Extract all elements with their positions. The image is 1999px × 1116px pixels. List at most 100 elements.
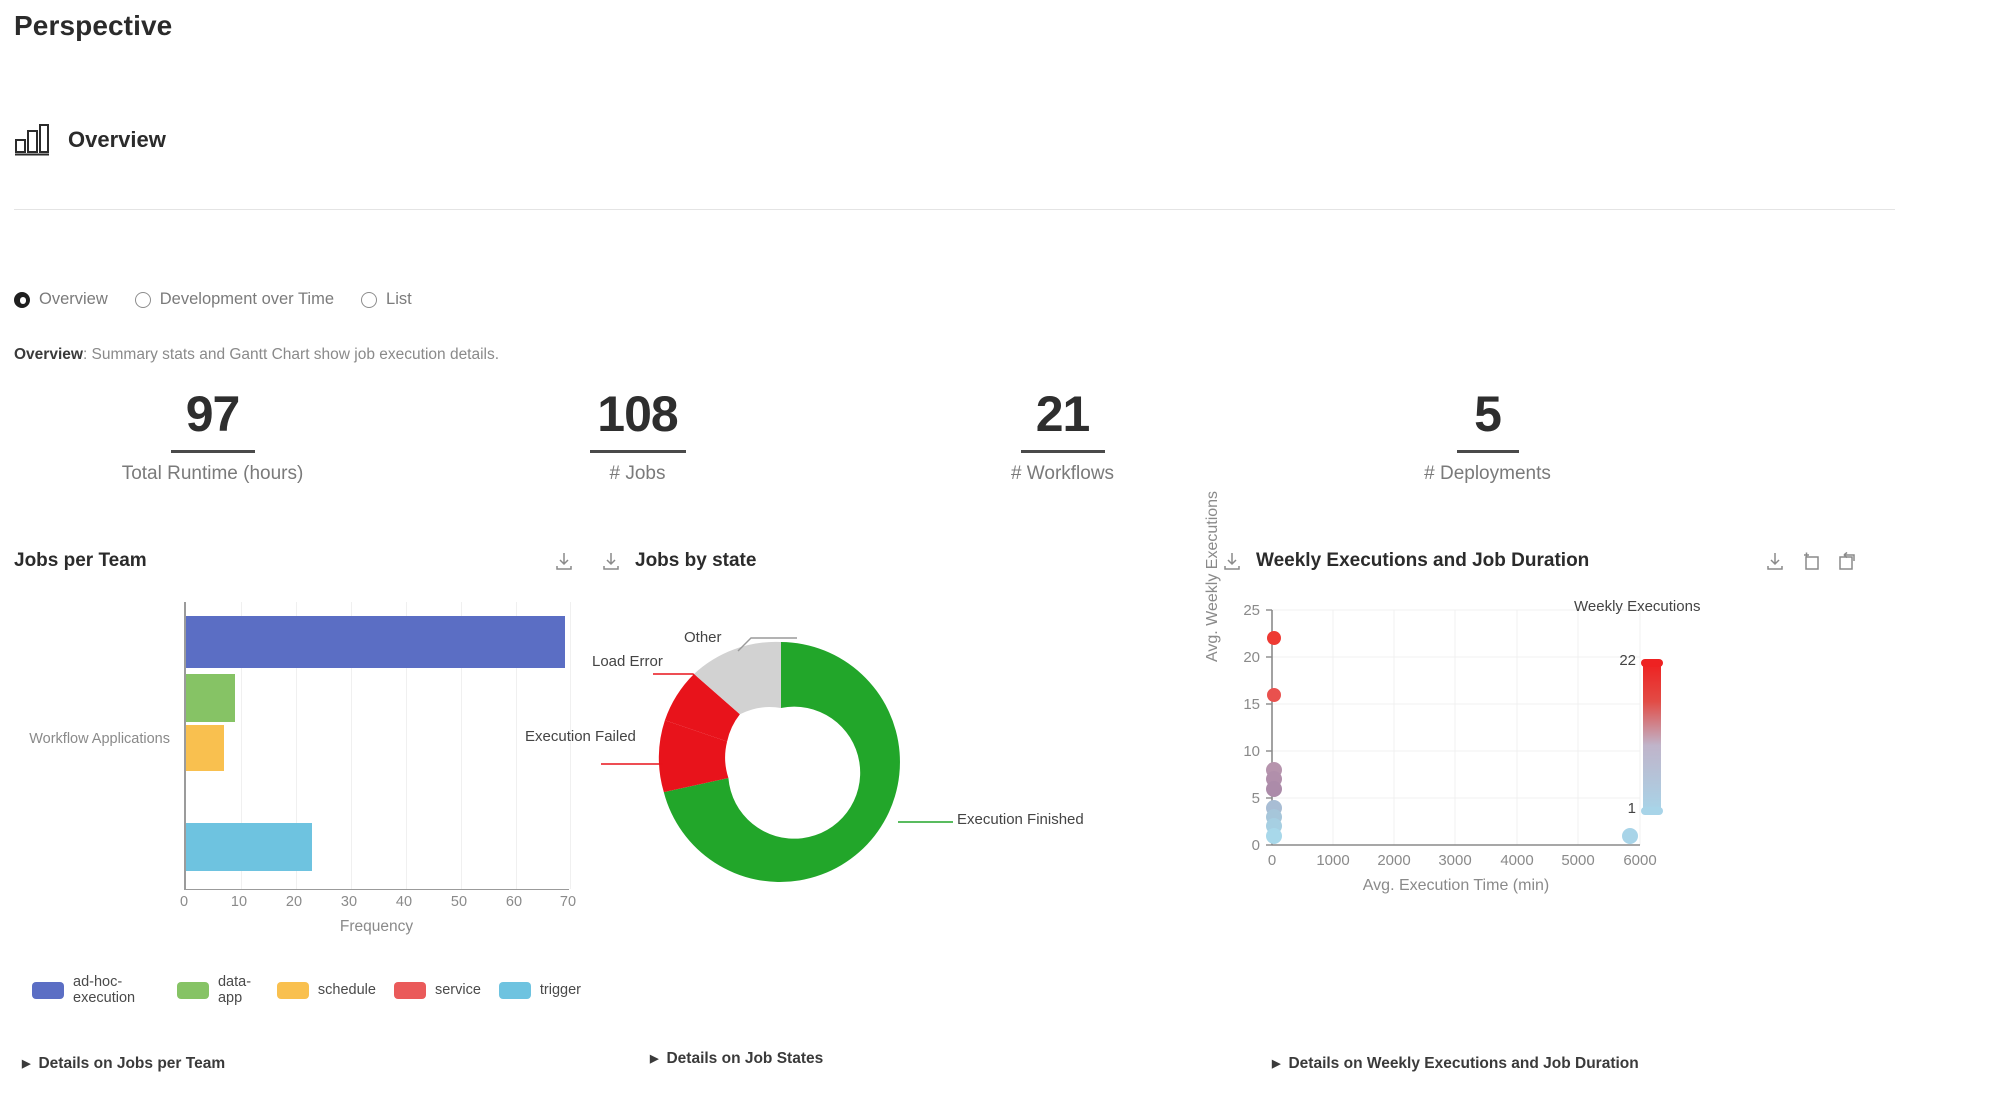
donut-chart[interactable]: Other Load Error Execution Failed Execut… <box>525 602 1221 942</box>
radio-dot-list[interactable] <box>361 291 378 308</box>
legend-swatch <box>393 981 426 999</box>
scatter-point[interactable] <box>1266 828 1282 844</box>
colorbar-max-label: 22 <box>1619 652 1636 669</box>
reset-box-icon[interactable] <box>1837 551 1857 571</box>
x-tick: 70 <box>559 894 577 910</box>
panel-weekly-executions: Weekly Executions and Job Duration Avg. … <box>1204 491 1892 932</box>
kpi-label: # Workflows <box>1010 463 1115 484</box>
kpi-label: Total Runtime (hours) <box>121 463 304 484</box>
donut-label-execution-finished: Execution Finished <box>957 811 1084 828</box>
x-tick: 0 <box>179 894 189 910</box>
radio-list[interactable]: List <box>361 290 412 309</box>
chart-toolbar <box>1765 551 1857 571</box>
x-tick: 0 <box>1267 852 1277 869</box>
bar-chart-plot-area <box>184 602 571 890</box>
x-tick: 5000 <box>1561 852 1595 869</box>
section-header: Overview <box>14 123 166 157</box>
x-tick: 3000 <box>1438 852 1472 869</box>
kpi-total-runtime: 97 Total Runtime (hours) <box>0 385 425 485</box>
view-mode-radio-group[interactable]: Overview Development over Time List <box>14 290 439 309</box>
legend-swatch <box>32 981 64 999</box>
panel-jobs-by-state: Jobs by state Other Load Error Execution… <box>525 548 1221 942</box>
chevron-right-icon: ▶ <box>1272 1057 1281 1070</box>
panel-header-jobs-by-state: Jobs by state <box>601 548 1221 574</box>
details-job-states-toggle[interactable]: ▶ Details on Job States <box>650 1050 823 1068</box>
view-description-strong: Overview <box>14 346 83 363</box>
legend-item-trigger[interactable]: trigger <box>498 981 581 999</box>
legend-swatch <box>176 981 209 999</box>
scatter-point[interactable] <box>1266 781 1282 797</box>
kpi-row: 97 Total Runtime (hours) 108 # Jobs 21 #… <box>0 385 1700 485</box>
bar-schedule[interactable] <box>186 725 224 771</box>
y-tick: 5 <box>1251 790 1260 807</box>
x-tick: 30 <box>340 894 358 910</box>
y-tick: 20 <box>1243 649 1260 666</box>
details-weekly-executions-toggle[interactable]: ▶ Details on Weekly Executions and Job D… <box>1272 1055 1639 1073</box>
perspective-page: Perspective Overview Overview Developmen… <box>0 0 1999 1116</box>
header-divider <box>14 209 1895 210</box>
colorbar-max-marker <box>1641 659 1663 667</box>
legend-swatch <box>276 981 309 999</box>
bar-chart-x-axis-label: Frequency <box>339 918 414 935</box>
radio-dot-development-over-time[interactable] <box>134 291 151 308</box>
scatter-point[interactable] <box>1622 828 1638 844</box>
x-tick: 60 <box>505 894 523 910</box>
legend-label: data-app <box>217 974 252 1006</box>
x-tick: 6000 <box>1623 852 1657 869</box>
bar-ad-hoc-execution[interactable] <box>186 616 565 668</box>
radio-development-over-time[interactable]: Development over Time <box>134 290 335 309</box>
kpi-value: 21 <box>1035 386 1091 442</box>
radio-overview[interactable]: Overview <box>14 290 108 309</box>
bar-trigger[interactable] <box>186 823 312 871</box>
kpi-deployments: 5 # Deployments <box>1275 385 1700 485</box>
y-tick: 25 <box>1243 602 1260 619</box>
chart-title-jobs-by-state: Jobs by state <box>635 550 757 571</box>
x-tick: 2000 <box>1377 852 1411 869</box>
bar-data-app[interactable] <box>186 674 235 722</box>
x-tick: 20 <box>285 894 303 910</box>
bar-chart-legend: ad-hoc-execution data-app schedule servi… <box>32 974 599 1006</box>
kpi-label: # Deployments <box>1424 463 1551 484</box>
legend-item-ad-hoc-execution[interactable]: ad-hoc-execution <box>32 974 159 1006</box>
y-tick: 15 <box>1243 696 1260 713</box>
scatter-point[interactable] <box>1267 631 1281 645</box>
x-tick: 1000 <box>1316 852 1350 869</box>
x-tick: 4000 <box>1500 852 1534 869</box>
download-icon[interactable] <box>1765 551 1785 571</box>
view-description: Overview: Summary stats and Gantt Chart … <box>14 346 499 364</box>
donut-label-load-error: Load Error <box>592 653 663 670</box>
scatter-chart[interactable]: Avg. Weekly Executions 25 20 15 10 5 0 0… <box>1204 491 1882 932</box>
chart-title-weekly-executions: Weekly Executions and Job Duration <box>1256 550 1590 571</box>
panel-header-jobs-per-team: Jobs per Team <box>14 548 614 574</box>
kpi-value: 97 <box>185 386 241 442</box>
legend-item-schedule[interactable]: schedule <box>276 981 376 999</box>
download-icon[interactable] <box>554 551 574 571</box>
radio-dot-overview[interactable] <box>14 291 30 308</box>
kpi-workflows: 21 # Workflows <box>850 385 1275 485</box>
zoom-in-box-icon[interactable] <box>1801 551 1821 571</box>
download-icon[interactable] <box>601 551 621 571</box>
details-jobs-per-team-toggle[interactable]: ▶ Details on Jobs per Team <box>22 1055 225 1073</box>
legend-label: trigger <box>539 982 581 998</box>
legend-label: schedule <box>317 982 376 998</box>
panel-header-weekly-executions: Weekly Executions and Job Duration <box>1222 548 1892 574</box>
x-tick: 50 <box>450 894 468 910</box>
colorbar-gradient <box>1643 664 1661 812</box>
legend-item-service[interactable]: service <box>393 981 481 999</box>
download-icon[interactable] <box>1222 551 1242 571</box>
view-description-rest: : Summary stats and Gantt Chart show job… <box>82 346 500 363</box>
colorbar-min-label: 1 <box>1627 800 1636 817</box>
radio-label-development-over-time: Development over Time <box>159 290 335 308</box>
kpi-rule <box>1020 450 1105 453</box>
legend-swatch <box>498 981 531 999</box>
legend-label: service <box>434 982 481 998</box>
legend-item-data-app[interactable]: data-app <box>176 974 259 1006</box>
kpi-value: 108 <box>597 386 678 442</box>
kpi-label: # Jobs <box>609 463 666 484</box>
scatter-point[interactable] <box>1267 688 1281 702</box>
bar-chart-x-ticks: 0 10 20 30 40 50 60 70 <box>180 894 576 916</box>
scatter-y-axis-label: Avg. Weekly Executions <box>1204 490 1221 662</box>
bar-chart[interactable]: Workflow Applications 0 10 20 30 40 50 6… <box>14 602 599 1006</box>
kpi-rule <box>589 450 686 453</box>
section-title: Overview <box>68 127 166 152</box>
